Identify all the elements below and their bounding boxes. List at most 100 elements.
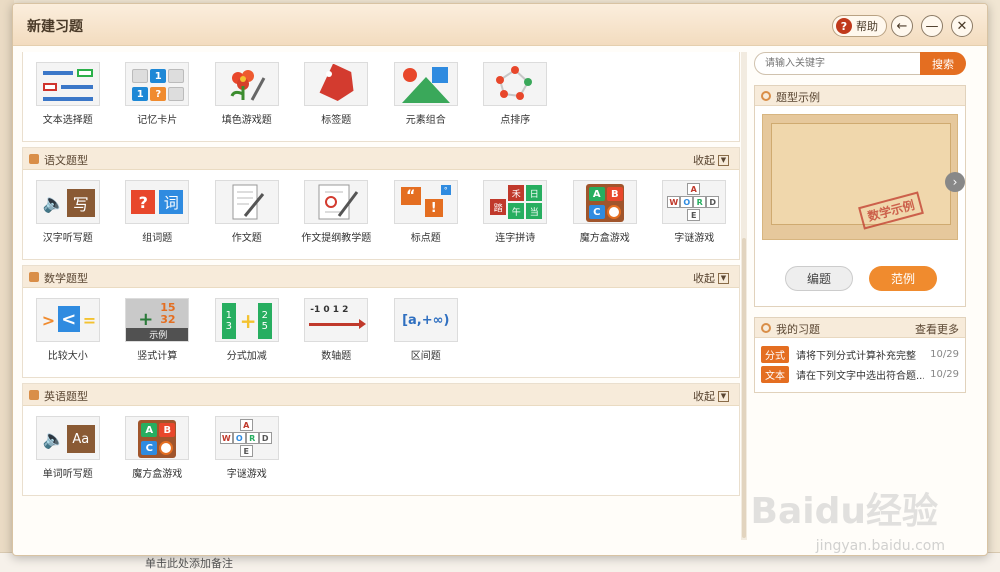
book-icon [29, 154, 39, 164]
word-puzzle-icon: A W O R D E [214, 416, 279, 460]
item-label: 分式加减 [226, 351, 267, 362]
shape-combine-icon [393, 62, 458, 106]
item-number-line[interactable]: -1 0 1 2 数轴题 [292, 298, 382, 371]
preview-panel: 题型示例 数学示例 › 编题 范例 [754, 85, 966, 307]
section-english: 英语题型 收起 ▼ 🔈 Aa 单词听写题 A B C 魔方盒游戏 A W O R… [22, 383, 740, 496]
item-label: 作文题 [231, 233, 262, 244]
word-building-icon: ? 词 [125, 180, 190, 224]
section-math: 数学题型 收起 ▼ > < = 比较大小 + 15 32 示例 竖式计算 1 3… [22, 265, 740, 378]
essay-outline-icon [304, 180, 369, 224]
fraction-icon: 13 + 25 [214, 298, 279, 342]
minimize-icon: — [925, 18, 939, 34]
preview-image: 数学示例 › [762, 114, 965, 240]
poem-link-icon: 踏 禾 日 午 当 [483, 180, 548, 224]
my-exercises-list: 分式 请将下列分式计算补充完整 10/29 文本 请在下列文字中选出符合题...… [755, 338, 965, 392]
search-input[interactable] [754, 52, 922, 75]
next-preview-button[interactable]: › [945, 172, 965, 192]
item-label: 区间题 [410, 351, 441, 362]
preview-area: 数学示例 › 编题 范例 [755, 106, 965, 306]
search-bar: 搜索 [754, 52, 966, 75]
collapse-button[interactable]: 收起 ▼ [693, 270, 729, 286]
my-exercises-header: 我的习题 查看更多 [755, 318, 965, 338]
list-item[interactable]: 分式 请将下列分式计算补充完整 10/29 [761, 344, 959, 364]
exercise-date: 10/29 [930, 368, 959, 380]
chevron-down-icon: ▼ [718, 390, 729, 402]
clock-icon [761, 323, 771, 333]
list-item[interactable]: 文本 请在下列文字中选出符合题... 10/29 [761, 364, 959, 384]
item-compare[interactable]: > < = 比较大小 [23, 298, 113, 371]
dialog-title-bar: 新建习题 ? 帮助 ← — ✕ [13, 4, 987, 46]
section-title: 英语题型 [44, 390, 88, 403]
interval-icon: [a,+∞) [393, 298, 458, 342]
item-essay-outline[interactable]: 作文提纲教学题 [292, 180, 382, 253]
item-magic-box[interactable]: A B C 魔方盒游戏 [113, 416, 203, 489]
collapse-button[interactable]: 收起 ▼ [693, 388, 729, 404]
view-more-link[interactable]: 查看更多 [915, 321, 959, 337]
item-dot-sort[interactable]: 点排序 [471, 62, 561, 135]
item-word-puzzle[interactable]: A W O R D E 字谜游戏 [650, 180, 740, 253]
item-shape-combine[interactable]: 元素组合 [381, 62, 471, 135]
dot-sort-icon [483, 62, 548, 106]
notes-placeholder[interactable]: 单击此处添加备注 [145, 555, 233, 571]
chevron-right-icon: › [952, 175, 958, 189]
item-label: 标签题 [321, 115, 352, 126]
essay-icon [214, 180, 279, 224]
type-tag: 分式 [761, 345, 789, 363]
word-dictation-icon: 🔈 Aa [35, 416, 100, 460]
item-label: 作文提纲教学题 [301, 233, 372, 244]
text-choice-icon [35, 62, 100, 106]
tag-icon [304, 62, 369, 106]
exercise-title: 请在下列文字中选出符合题... [796, 370, 925, 382]
exercise-title: 请将下列分式计算补充完整 [796, 350, 916, 362]
compare-icon: > < = [35, 298, 100, 342]
collapse-button[interactable]: 收起 ▼ [693, 152, 729, 168]
item-word-building[interactable]: ? 词 组词题 [113, 180, 203, 253]
item-word-puzzle[interactable]: A W O R D E 字谜游戏 [202, 416, 292, 489]
item-poem-link[interactable]: 踏 禾 日 午 当 连字拼诗 [471, 180, 561, 253]
item-label: 汉字听写题 [42, 233, 93, 244]
item-label: 填色游戏题 [221, 115, 272, 126]
item-label: 记忆卡片 [137, 115, 178, 126]
minimize-button[interactable]: — [921, 15, 943, 37]
item-hanzi-dictation[interactable]: 🔈 写 汉字听写题 [23, 180, 113, 253]
hanzi-dictation-icon: 🔈 写 [35, 180, 100, 224]
watermark-url: jingyan.baidu.com [815, 538, 945, 554]
dialog-title: 新建习题 [27, 19, 83, 35]
item-text-choice[interactable]: 文本选择题 [23, 62, 113, 135]
item-magic-box[interactable]: A B C 魔方盒游戏 [560, 180, 650, 253]
watermark: Baidu经验 [750, 491, 938, 532]
item-punctuation[interactable]: “ ! ° 标点题 [381, 180, 471, 253]
question-mark-icon: ? [836, 18, 852, 34]
item-color-game[interactable]: 填色游戏题 [202, 62, 292, 135]
preview-panel-title: 题型示例 [776, 91, 820, 104]
item-label: 单词听写题 [42, 469, 93, 480]
back-button[interactable]: ← [891, 15, 913, 37]
item-memory-card[interactable]: 1 1 ? 记忆卡片 [113, 62, 203, 135]
chevron-down-icon: ▼ [718, 272, 729, 284]
item-label: 魔方盒游戏 [579, 233, 630, 244]
edit-button[interactable]: 编题 [785, 266, 853, 291]
my-exercises-title: 我的习题 [776, 323, 820, 336]
grid-icon [29, 272, 39, 282]
scrollbar-thumb[interactable] [742, 238, 746, 538]
help-button[interactable]: ? 帮助 [832, 15, 887, 37]
search-button[interactable]: 搜索 [920, 52, 966, 75]
item-interval[interactable]: [a,+∞) 区间题 [381, 298, 471, 371]
section-header: 语文题型 收起 ▼ [23, 148, 739, 170]
item-fraction[interactable]: 13 + 25 分式加减 [202, 298, 292, 371]
color-game-icon [214, 62, 279, 106]
number-line-icon: -1 0 1 2 [304, 298, 369, 342]
item-vertical-calc[interactable]: + 15 32 示例 竖式计算 [113, 298, 203, 371]
exercise-type-list: 文本选择题 1 1 ? 记忆卡片 填色游戏题 标签题 元素组合 点排序 语文题型… [22, 52, 740, 540]
letter-icon [29, 390, 39, 400]
section-title: 语文题型 [44, 154, 88, 167]
item-word-dictation[interactable]: 🔈 Aa 单词听写题 [23, 416, 113, 489]
item-label: 文本选择题 [42, 115, 93, 126]
right-panel: 搜索 题型示例 数学示例 › 编题 范例 我的习题 查看更多 分式 请将下列分式… [754, 52, 966, 393]
section-header: 英语题型 收起 ▼ [23, 384, 739, 406]
example-overlay: 示例 [126, 328, 189, 341]
item-tag[interactable]: 标签题 [292, 62, 382, 135]
close-button[interactable]: ✕ [951, 15, 973, 37]
item-essay[interactable]: 作文题 [202, 180, 292, 253]
example-button[interactable]: 范例 [869, 266, 937, 291]
